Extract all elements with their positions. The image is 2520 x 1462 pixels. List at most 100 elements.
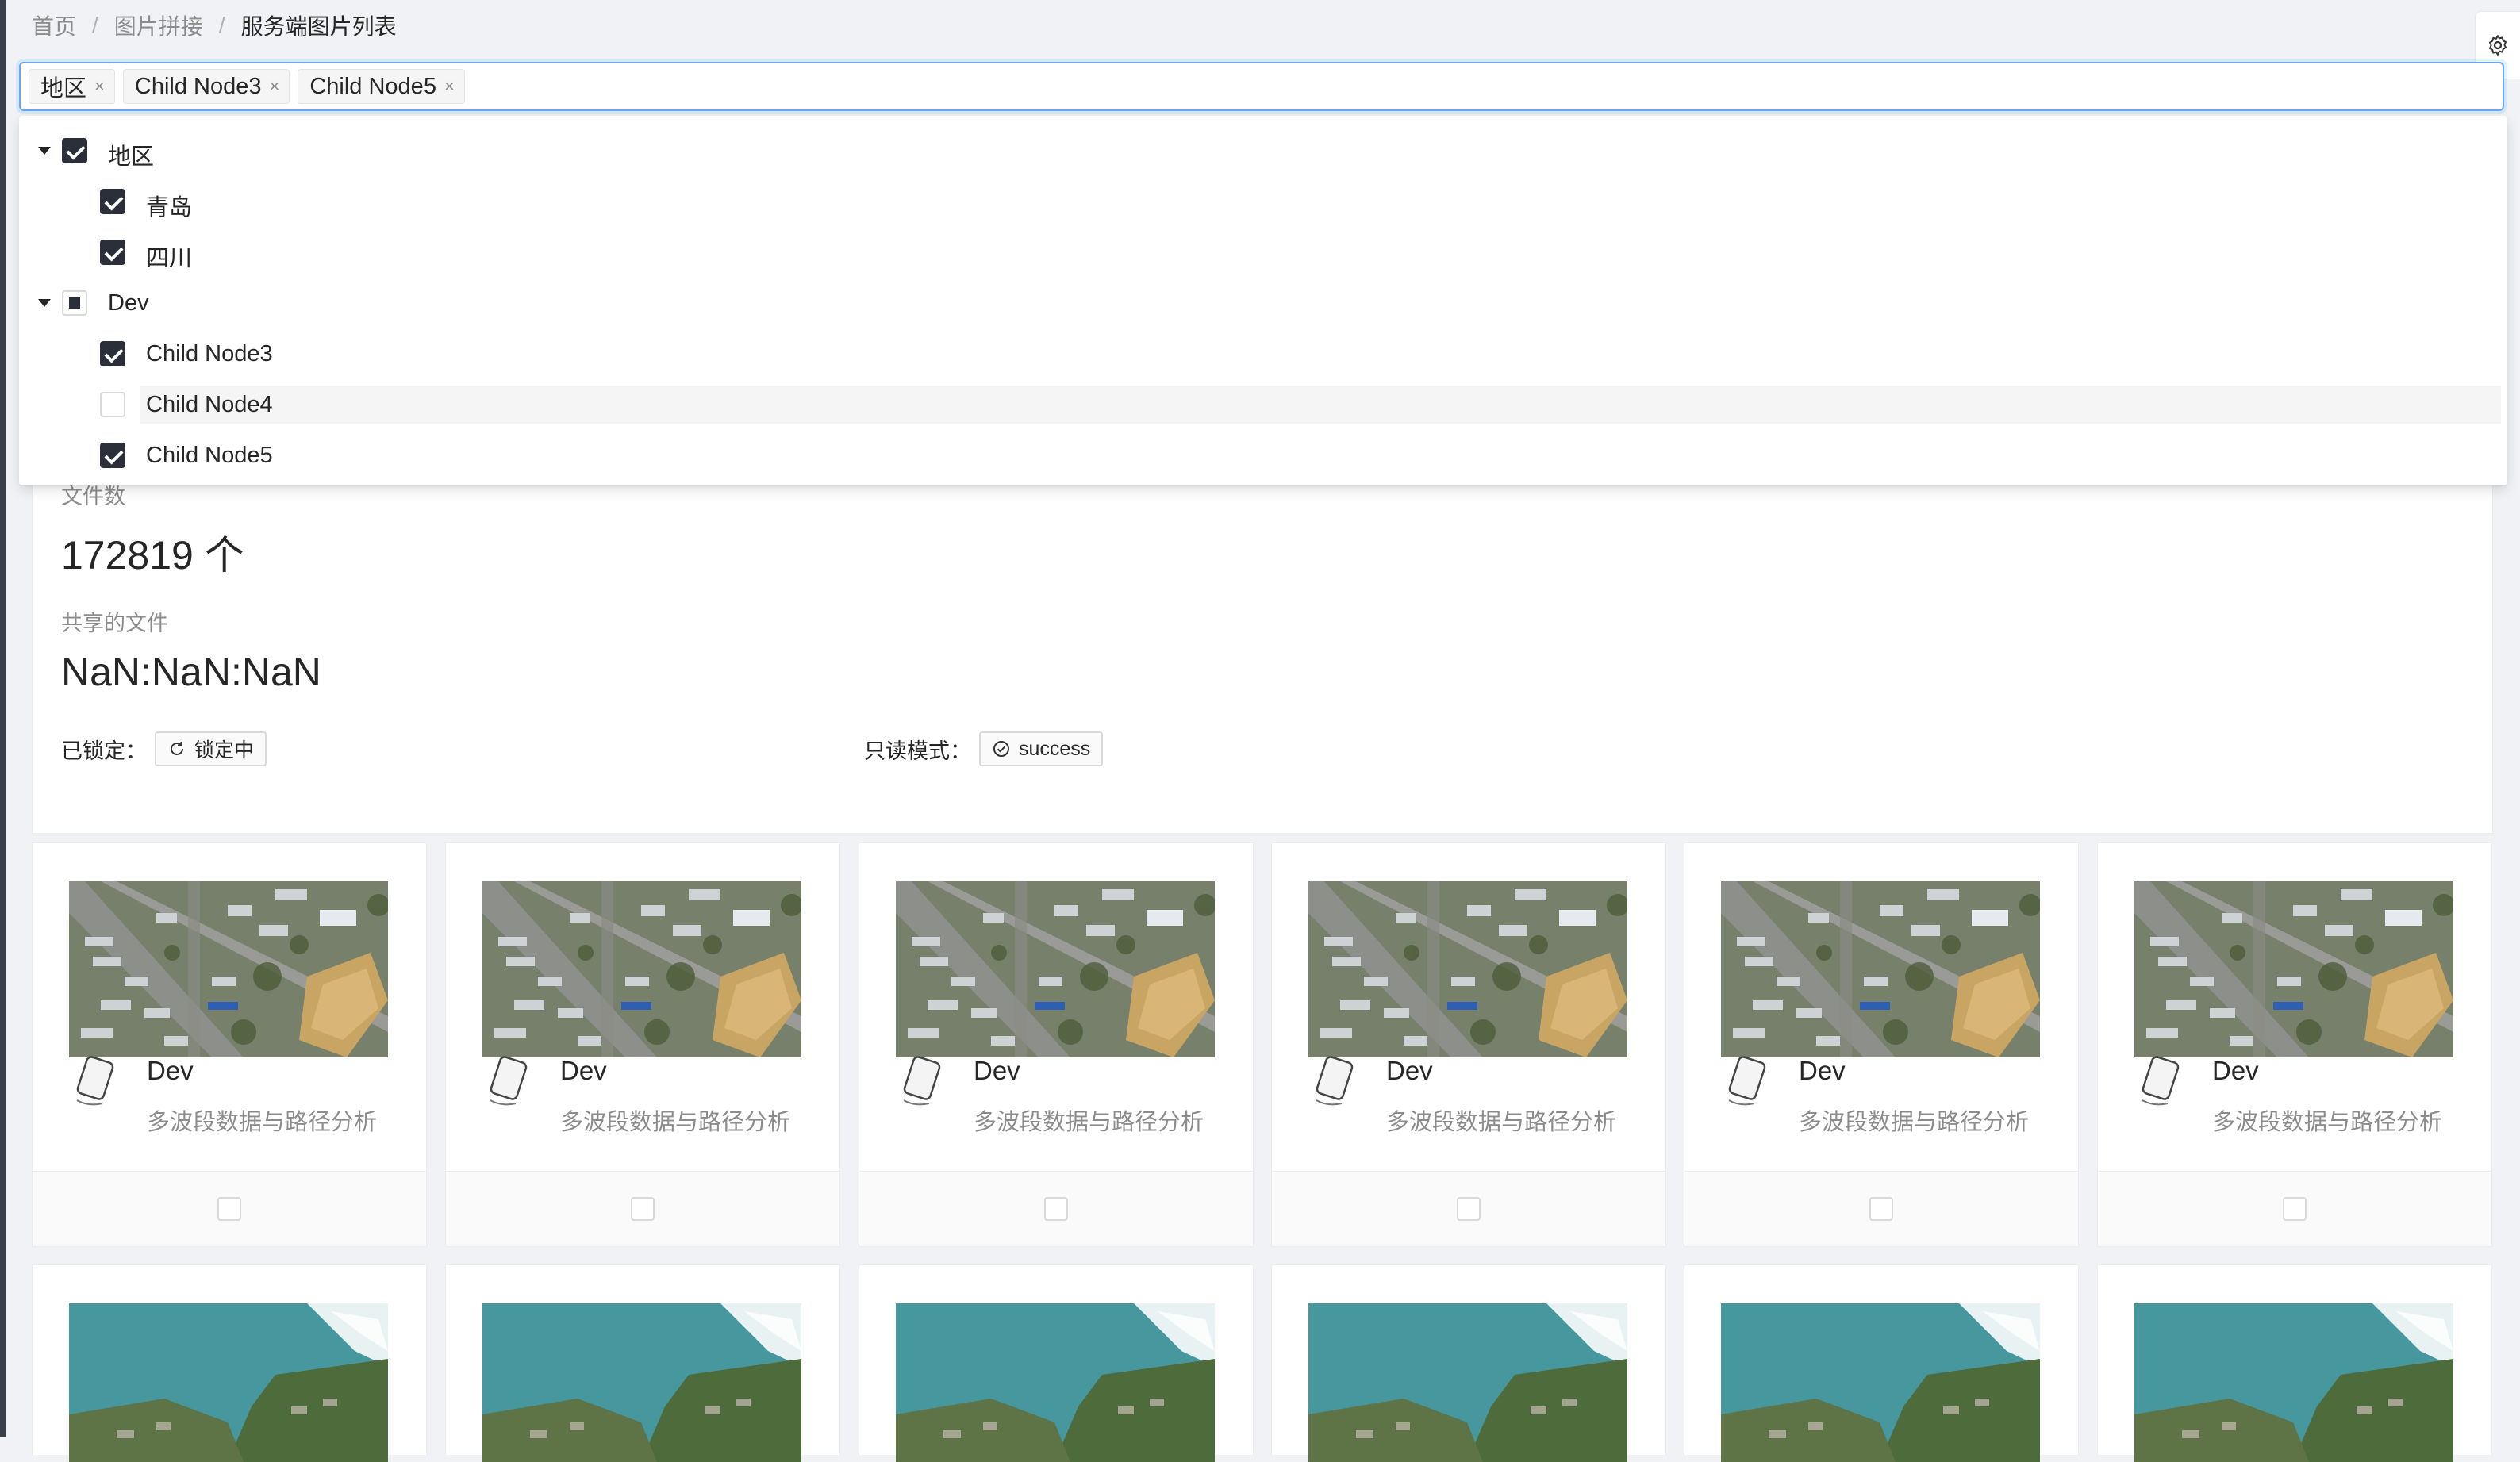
tree-node-dev[interactable]: Dev — [19, 284, 2507, 322]
breadcrumb-separator: / — [218, 13, 225, 37]
shared-files-value: NaN:NaN:NaN — [61, 650, 321, 694]
tree-node-child-node3[interactable]: Child Node3 — [19, 335, 2507, 373]
card-select-checkbox[interactable] — [631, 1197, 655, 1221]
tree-node-qingdao[interactable]: 青岛 — [19, 182, 2507, 221]
card-select-checkbox[interactable] — [1044, 1197, 1068, 1221]
tag-remove-icon[interactable]: × — [444, 76, 455, 97]
tree-node-label: Child Node5 — [146, 443, 273, 468]
shared-files-title: 共享的文件 — [61, 612, 168, 635]
card-actions — [1272, 1171, 1665, 1246]
stats-card: 文件数 172819 个 共享的文件 NaN:NaN:NaN 已锁定： 锁定中 … — [32, 476, 2493, 834]
card-title: Dev — [1799, 1056, 1846, 1085]
document-icon — [2138, 1056, 2180, 1108]
card-select-checkbox[interactable] — [2283, 1197, 2307, 1221]
tree-dropdown: 地区 青岛 四川 Dev Child Node3 Child Node4 Chi… — [19, 116, 2507, 485]
readonly-tag-label: success — [1019, 737, 1091, 760]
thumbnail-image[interactable] — [896, 881, 1215, 1057]
tag-label: Child Node3 — [134, 73, 262, 99]
card-actions — [1684, 1171, 2078, 1246]
image-card[interactable]: Dev 多波段数据与路径分析 — [445, 842, 840, 1247]
thumbnail-image[interactable] — [2134, 1303, 2453, 1462]
card-select-checkbox[interactable] — [217, 1197, 241, 1221]
image-card[interactable] — [1271, 1264, 1666, 1455]
tree-node-label: Dev — [108, 290, 149, 316]
thumbnail-image[interactable] — [1721, 881, 2040, 1057]
thumbnail-image[interactable] — [896, 1303, 1215, 1462]
breadcrumb-home[interactable]: 首页 — [32, 10, 76, 41]
tree-node-label: 地区 — [108, 144, 155, 170]
readonly-label: 只读模式： — [864, 739, 971, 763]
tree-node-region[interactable]: 地区 — [19, 132, 2507, 170]
caret-down-icon[interactable] — [38, 147, 51, 155]
document-icon — [1724, 1056, 1767, 1108]
card-select-checkbox[interactable] — [1869, 1197, 1893, 1221]
thumbnail-image[interactable] — [482, 881, 801, 1057]
document-icon — [899, 1056, 942, 1108]
region-tree-select[interactable]: 地区 × Child Node3 × Child Node5 × — [19, 62, 2504, 111]
tag-remove-icon[interactable]: × — [94, 76, 105, 97]
tree-node-label: Child Node3 — [146, 341, 273, 366]
locked-tag: 锁定中 — [155, 731, 267, 766]
tree-node-child-node4[interactable]: Child Node4 — [100, 386, 2501, 424]
image-card[interactable] — [1684, 1264, 2079, 1455]
tree-node-checkbox[interactable] — [62, 138, 87, 163]
image-card[interactable]: Dev 多波段数据与路径分析 — [859, 842, 1254, 1247]
card-description: 多波段数据与路径分析 — [2212, 1110, 2443, 1135]
thumbnail-image[interactable] — [482, 1303, 801, 1462]
card-description: 多波段数据与路径分析 — [1799, 1110, 2030, 1135]
sync-icon — [171, 742, 183, 755]
readonly-tag: success — [979, 731, 1104, 766]
image-card[interactable]: Dev 多波段数据与路径分析 — [1271, 842, 1666, 1247]
image-card[interactable]: Dev 多波段数据与路径分析 — [1684, 842, 2079, 1247]
check-circle-icon — [993, 741, 1009, 757]
tree-node-label: 四川 — [146, 246, 193, 271]
breadcrumb-separator: / — [92, 13, 98, 37]
gear-icon — [2489, 35, 2507, 56]
document-icon — [486, 1056, 528, 1108]
breadcrumb: 首页 / 图片拼接 / 服务端图片列表 — [32, 8, 397, 43]
tree-node-label: Child Node4 — [146, 392, 273, 417]
caret-down-icon[interactable] — [38, 299, 51, 307]
image-card[interactable]: Dev 多波段数据与路径分析 — [2097, 842, 2492, 1247]
card-actions — [446, 1171, 839, 1246]
card-title: Dev — [560, 1056, 607, 1085]
image-card[interactable] — [32, 1264, 427, 1455]
thumbnail-image[interactable] — [2134, 881, 2453, 1057]
thumbnail-image[interactable] — [69, 1303, 388, 1462]
card-actions — [33, 1171, 426, 1246]
document-icon — [72, 1056, 115, 1108]
thumbnail-image[interactable] — [69, 881, 388, 1057]
card-description: 多波段数据与路径分析 — [1386, 1110, 1617, 1135]
tag-label: 地区 — [40, 76, 87, 102]
tree-node-checkbox[interactable] — [100, 189, 125, 214]
tree-node-sichuan[interactable]: 四川 — [19, 233, 2507, 271]
locked-label: 已锁定： — [61, 739, 147, 763]
breadcrumb-section[interactable]: 图片拼接 — [114, 10, 203, 41]
image-card[interactable] — [445, 1264, 840, 1455]
image-card[interactable] — [859, 1264, 1254, 1455]
file-count-value: 172819 个 — [61, 533, 244, 578]
tree-node-label: 青岛 — [146, 195, 193, 221]
tag-label: Child Node5 — [309, 73, 436, 99]
tree-node-checkbox[interactable] — [100, 392, 125, 417]
tree-node-checkbox[interactable] — [100, 341, 125, 366]
selected-tag: Child Node5 × — [298, 69, 465, 104]
thumbnail-image[interactable] — [1308, 1303, 1627, 1462]
card-description: 多波段数据与路径分析 — [147, 1110, 378, 1135]
card-title: Dev — [147, 1056, 194, 1085]
tree-node-checkbox[interactable] — [100, 240, 125, 265]
card-description: 多波段数据与路径分析 — [560, 1110, 791, 1135]
left-edge — [0, 0, 6, 1437]
card-title: Dev — [2212, 1056, 2259, 1085]
card-select-checkbox[interactable] — [1457, 1197, 1481, 1221]
card-actions — [859, 1171, 1253, 1246]
tree-node-checkbox[interactable] — [100, 443, 125, 468]
tree-node-child-node5[interactable]: Child Node5 — [19, 436, 2507, 474]
thumbnail-image[interactable] — [1721, 1303, 2040, 1462]
breadcrumb-current: 服务端图片列表 — [240, 14, 397, 39]
thumbnail-image[interactable] — [1308, 881, 1627, 1057]
image-card[interactable]: Dev 多波段数据与路径分析 — [32, 842, 427, 1247]
tree-node-checkbox[interactable] — [62, 290, 87, 316]
tag-remove-icon[interactable]: × — [269, 76, 279, 97]
image-card[interactable] — [2097, 1264, 2492, 1455]
